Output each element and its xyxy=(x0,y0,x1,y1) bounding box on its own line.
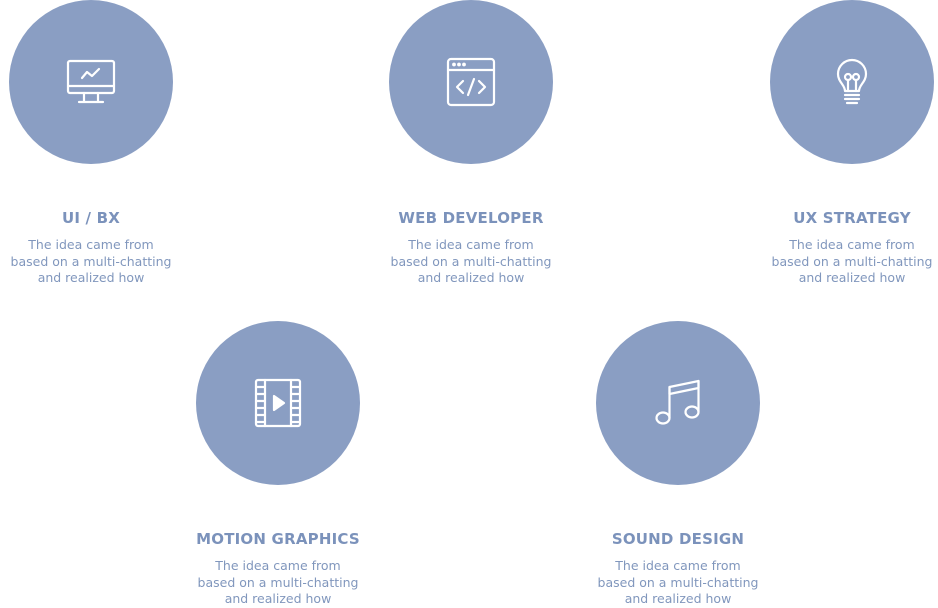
service-card-web-developer: WEB DEVELOPER The idea came from based o… xyxy=(376,0,566,287)
description-line: and realized how xyxy=(417,270,525,285)
music-note-icon xyxy=(655,379,700,425)
description-line: The idea came from xyxy=(28,237,154,252)
service-title: UI / BX xyxy=(61,209,121,227)
description-line: The idea came from xyxy=(615,558,741,573)
service-card-ux-strategy: UX STRATEGY The idea came from based on … xyxy=(757,0,938,287)
description-line: based on a multi-chatting xyxy=(597,574,759,590)
service-icon-circle xyxy=(196,321,360,485)
service-title: UX STRATEGY xyxy=(793,209,911,227)
service-description: The idea came from based on a multi-chat… xyxy=(583,558,773,608)
service-icon-circle xyxy=(9,0,173,164)
lightbulb-icon xyxy=(836,58,868,105)
description-line: and realized how xyxy=(37,270,145,285)
service-icon-circle xyxy=(596,321,760,485)
service-icon-circle xyxy=(770,0,934,164)
description-line: The idea came from xyxy=(215,558,341,573)
browser-code-icon xyxy=(446,57,496,107)
description-line: and realized how xyxy=(224,591,332,606)
description-line: The idea came from xyxy=(789,237,915,252)
description-line: based on a multi-chatting xyxy=(390,253,552,269)
service-title: SOUND DESIGN xyxy=(611,530,745,548)
description-line: The idea came from xyxy=(408,237,534,252)
service-description: The idea came from based on a multi-chat… xyxy=(376,237,566,287)
description-line: based on a multi-chatting xyxy=(10,253,172,269)
description-line: based on a multi-chatting xyxy=(197,574,359,590)
service-icon-circle xyxy=(389,0,553,164)
service-card-sound-design: SOUND DESIGN The idea came from based on… xyxy=(583,321,773,608)
monitor-chart-icon xyxy=(66,59,116,104)
service-description: The idea came from based on a multi-chat… xyxy=(0,237,186,287)
service-title: WEB DEVELOPER xyxy=(398,209,544,227)
description-line: based on a multi-chatting xyxy=(771,253,933,269)
service-card-ui-bx: UI / BX The idea came from based on a mu… xyxy=(0,0,186,287)
service-title: MOTION GRAPHICS xyxy=(196,530,360,548)
service-description: The idea came from based on a multi-chat… xyxy=(183,558,373,608)
service-card-motion-graphics: MOTION GRAPHICS The idea came from based… xyxy=(183,321,373,608)
description-line: and realized how xyxy=(624,591,732,606)
description-line: and realized how xyxy=(798,270,906,285)
service-description: The idea came from based on a multi-chat… xyxy=(757,237,938,287)
film-play-icon xyxy=(254,378,302,428)
